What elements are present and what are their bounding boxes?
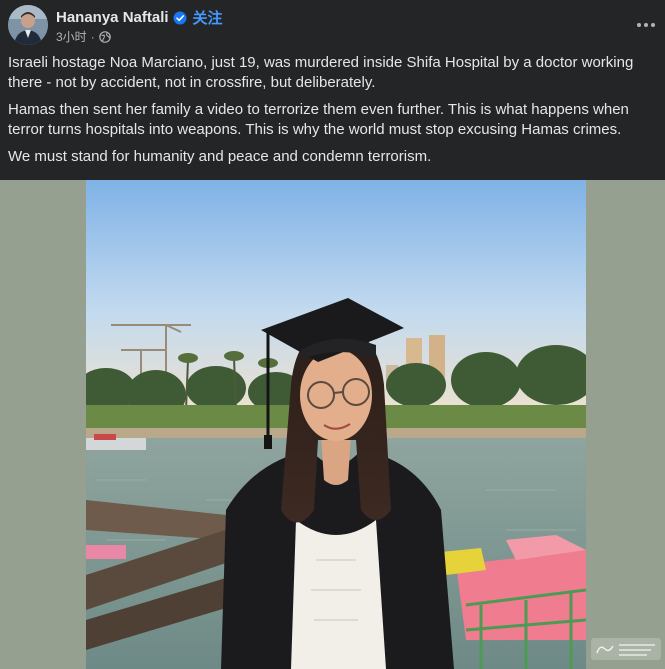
post-header: Hananya Naftali 关注 3小时 · xyxy=(8,5,658,45)
post-meta: 3小时 · xyxy=(56,28,111,45)
more-horizontal-icon xyxy=(637,23,655,27)
post-photo[interactable] xyxy=(86,180,586,669)
author-name[interactable]: Hananya Naftali xyxy=(56,9,169,26)
watermark-icon xyxy=(591,638,661,665)
post-paragraph: Hamas then sent her family a video to te… xyxy=(8,101,629,138)
post-paragraph: Israeli hostage Noa Marciano, just 19, w… xyxy=(8,54,634,91)
meta-separator: · xyxy=(90,29,95,44)
globe-icon[interactable] xyxy=(98,30,111,43)
post-photo-container[interactable] xyxy=(0,180,665,669)
author-row: Hananya Naftali 关注 xyxy=(56,7,223,28)
facebook-post: Hananya Naftali 关注 3小时 · Israeli hostage… xyxy=(0,0,665,669)
post-body: Israeli hostage Noa Marciano, just 19, w… xyxy=(8,53,656,174)
verified-badge-icon xyxy=(173,11,187,25)
more-options-button[interactable] xyxy=(634,13,658,37)
follow-link[interactable]: 关注 xyxy=(193,7,223,28)
avatar[interactable] xyxy=(8,5,48,45)
post-timestamp[interactable]: 3小时 xyxy=(56,28,87,45)
post-paragraph: We must stand for humanity and peace and… xyxy=(8,148,432,165)
